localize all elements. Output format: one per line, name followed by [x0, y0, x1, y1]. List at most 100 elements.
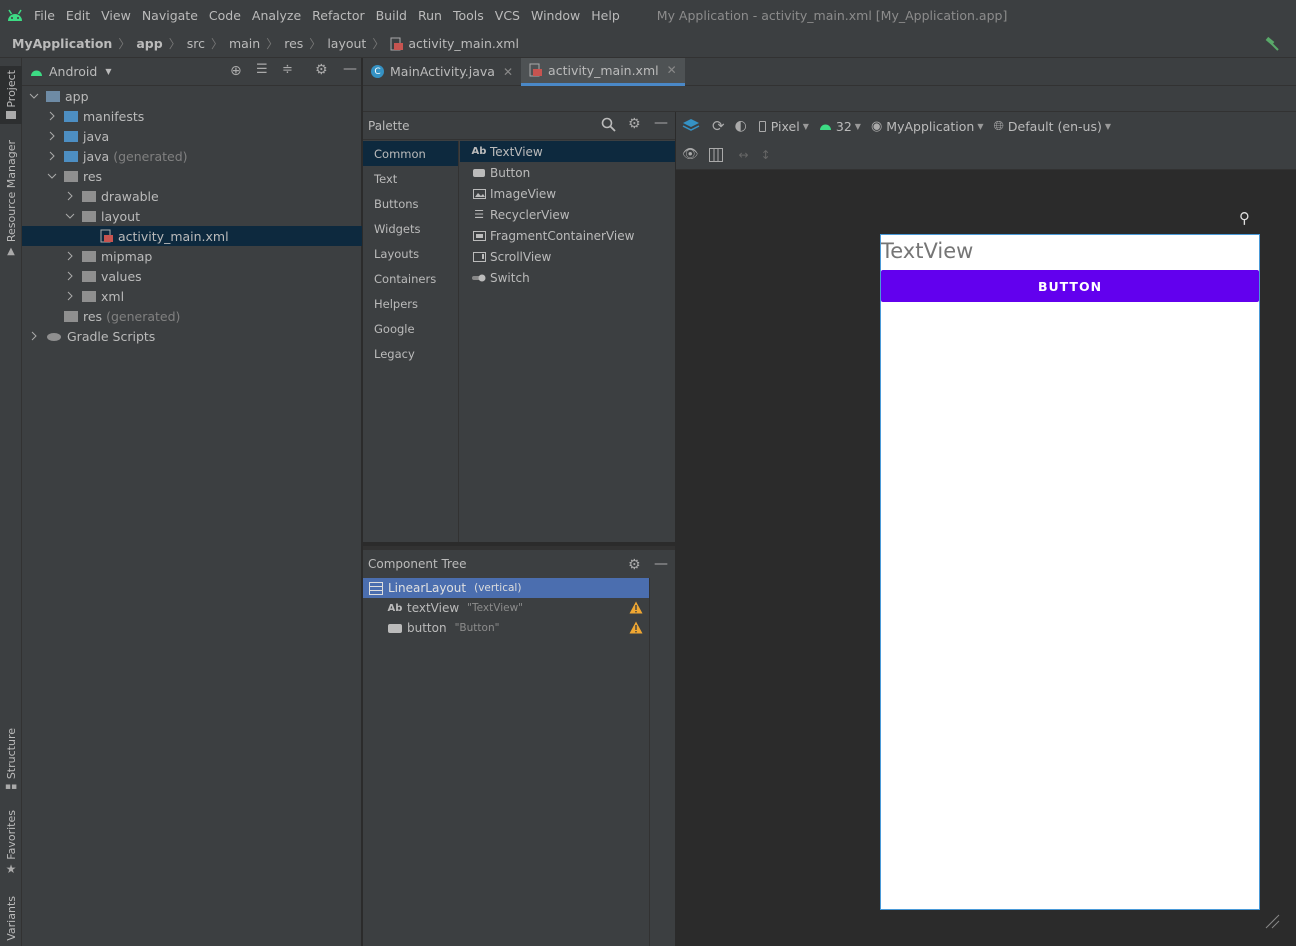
chevron-down-icon[interactable]: ▼ — [803, 122, 809, 131]
warning-icon[interactable] — [629, 621, 643, 637]
tab-mainactivity-java[interactable]: C MainActivity.java ✕ — [363, 58, 521, 86]
tab-activity-main-xml[interactable]: activity_main.xml ✕ — [521, 57, 685, 86]
component-linearlayout[interactable]: LinearLayout (vertical) — [363, 578, 649, 598]
layers-icon[interactable] — [682, 118, 700, 134]
chevron-right-icon[interactable] — [46, 130, 58, 142]
menu-refactor[interactable]: Refactor — [312, 8, 364, 23]
palette-item-textview[interactable]: Ab TextView — [460, 141, 675, 162]
tree-item-activity-main-xml[interactable]: activity_main.xml — [22, 226, 362, 246]
palette-category-widgets[interactable]: Widgets — [363, 216, 458, 241]
palette-item-imageview[interactable]: ImageView — [460, 183, 675, 204]
resize-horizontal-icon[interactable]: ↔ — [739, 148, 749, 162]
tab-structure[interactable]: Structure ▪▪ — [0, 728, 22, 792]
palette-category-common[interactable]: Common — [363, 141, 458, 166]
blueprint-icon[interactable] — [708, 147, 723, 162]
chevron-down-icon[interactable] — [64, 210, 76, 222]
chevron-down-icon[interactable]: ▼ — [1105, 122, 1111, 131]
tree-item-layout[interactable]: layout — [22, 206, 362, 226]
gear-icon[interactable]: ⚙ — [628, 116, 641, 132]
palette-item-recyclerview[interactable]: ☰ RecyclerView — [460, 204, 675, 225]
breadcrumb-src[interactable]: src — [187, 36, 205, 51]
menu-help[interactable]: Help — [591, 8, 620, 23]
warning-icon[interactable] — [629, 601, 643, 617]
tree-item-xml[interactable]: xml — [22, 286, 362, 306]
minimize-icon[interactable]: — — [654, 556, 668, 572]
breadcrumb-res[interactable]: res — [284, 36, 303, 51]
eye-icon[interactable]: 👁︎ — [682, 147, 699, 162]
tree-item-java[interactable]: java — [22, 126, 362, 146]
chevron-right-icon[interactable] — [64, 190, 76, 202]
palette-category-buttons[interactable]: Buttons — [363, 191, 458, 216]
palette-item-switch[interactable]: Switch — [460, 267, 675, 288]
menu-vcs[interactable]: VCS — [495, 8, 520, 23]
breadcrumb-project[interactable]: MyApplication — [12, 36, 112, 51]
breadcrumb-layout[interactable]: layout — [327, 36, 366, 51]
chevron-down-icon[interactable]: ▼ — [855, 122, 861, 131]
palette-category-layouts[interactable]: Layouts — [363, 241, 458, 266]
tab-resource-manager[interactable]: Resource Manager ▲ — [0, 140, 22, 257]
chevron-right-icon[interactable] — [46, 150, 58, 162]
component-button[interactable]: button "Button" — [363, 618, 649, 638]
search-icon[interactable] — [601, 117, 616, 135]
menu-run[interactable]: Run — [418, 8, 442, 23]
component-textview[interactable]: Ab textView "TextView" — [363, 598, 649, 618]
menu-build[interactable]: Build — [376, 8, 407, 23]
tab-project[interactable]: Project — [0, 66, 22, 124]
expand-all-icon[interactable]: ☰ — [256, 62, 268, 77]
menu-view[interactable]: View — [101, 8, 131, 23]
tree-item-app[interactable]: app — [22, 86, 362, 106]
preview-textview[interactable]: TextView — [881, 239, 973, 263]
collapse-all-icon[interactable]: ≑ — [282, 62, 293, 77]
tree-item-res[interactable]: res — [22, 166, 362, 186]
chevron-right-icon[interactable] — [28, 330, 40, 342]
breadcrumb-module[interactable]: app — [136, 36, 162, 51]
menu-code[interactable]: Code — [209, 8, 241, 23]
close-icon[interactable]: ✕ — [503, 65, 513, 79]
gear-icon[interactable]: ⚙ — [628, 557, 641, 573]
api-level-selector[interactable]: 32 — [836, 119, 852, 134]
palette-category-containers[interactable]: Containers — [363, 266, 458, 291]
theme-selector[interactable]: MyApplication — [886, 119, 974, 134]
tab-build-variants[interactable]: Variants — [0, 896, 22, 941]
gear-icon[interactable]: ⚙ — [315, 62, 328, 78]
menu-analyze[interactable]: Analyze — [252, 8, 301, 23]
menu-navigate[interactable]: Navigate — [142, 8, 198, 23]
palette-category-google[interactable]: Google — [363, 316, 458, 341]
minimize-icon[interactable]: — — [343, 61, 357, 77]
chevron-down-icon[interactable]: ▼ — [105, 67, 111, 76]
build-hammer-icon[interactable] — [1264, 36, 1280, 55]
tree-item-drawable[interactable]: drawable — [22, 186, 362, 206]
palette-category-helpers[interactable]: Helpers — [363, 291, 458, 316]
tree-item-mipmap[interactable]: mipmap — [22, 246, 362, 266]
chevron-right-icon[interactable] — [64, 250, 76, 262]
project-view-selector[interactable]: Android — [49, 64, 97, 79]
preview-button[interactable]: BUTTON — [881, 270, 1259, 302]
breadcrumb-main[interactable]: main — [229, 36, 260, 51]
breadcrumb-file[interactable]: activity_main.xml — [408, 36, 519, 51]
chevron-down-icon[interactable] — [28, 90, 40, 102]
tree-item-manifests[interactable]: manifests — [22, 106, 362, 126]
menu-edit[interactable]: Edit — [66, 8, 90, 23]
menu-file[interactable]: File — [34, 8, 55, 23]
tree-item-res-generated[interactable]: res (generated) — [22, 306, 362, 326]
menu-tools[interactable]: Tools — [453, 8, 484, 23]
resize-handle-icon[interactable] — [1264, 913, 1280, 932]
palette-item-fragmentcontainerview[interactable]: FragmentContainerView — [460, 225, 675, 246]
palette-item-button[interactable]: Button — [460, 162, 675, 183]
tab-favorites[interactable]: Favorites ★ — [0, 810, 22, 876]
chevron-down-icon[interactable] — [46, 170, 58, 182]
orientation-icon[interactable]: ⟳ — [712, 117, 725, 135]
palette-item-scrollview[interactable]: ScrollView — [460, 246, 675, 267]
minimize-icon[interactable]: — — [654, 115, 668, 131]
menu-window[interactable]: Window — [531, 8, 580, 23]
night-mode-icon[interactable]: ◐ — [735, 118, 747, 134]
locate-icon[interactable]: ⊕ — [230, 63, 242, 79]
chevron-right-icon[interactable] — [64, 270, 76, 282]
chevron-right-icon[interactable] — [64, 290, 76, 302]
palette-category-text[interactable]: Text — [363, 166, 458, 191]
chevron-right-icon[interactable] — [46, 110, 58, 122]
layout-preview[interactable]: TextView BUTTON — [880, 234, 1260, 910]
palette-category-legacy[interactable]: Legacy — [363, 341, 458, 366]
tree-item-values[interactable]: values — [22, 266, 362, 286]
tree-item-gradle-scripts[interactable]: Gradle Scripts — [22, 326, 362, 346]
